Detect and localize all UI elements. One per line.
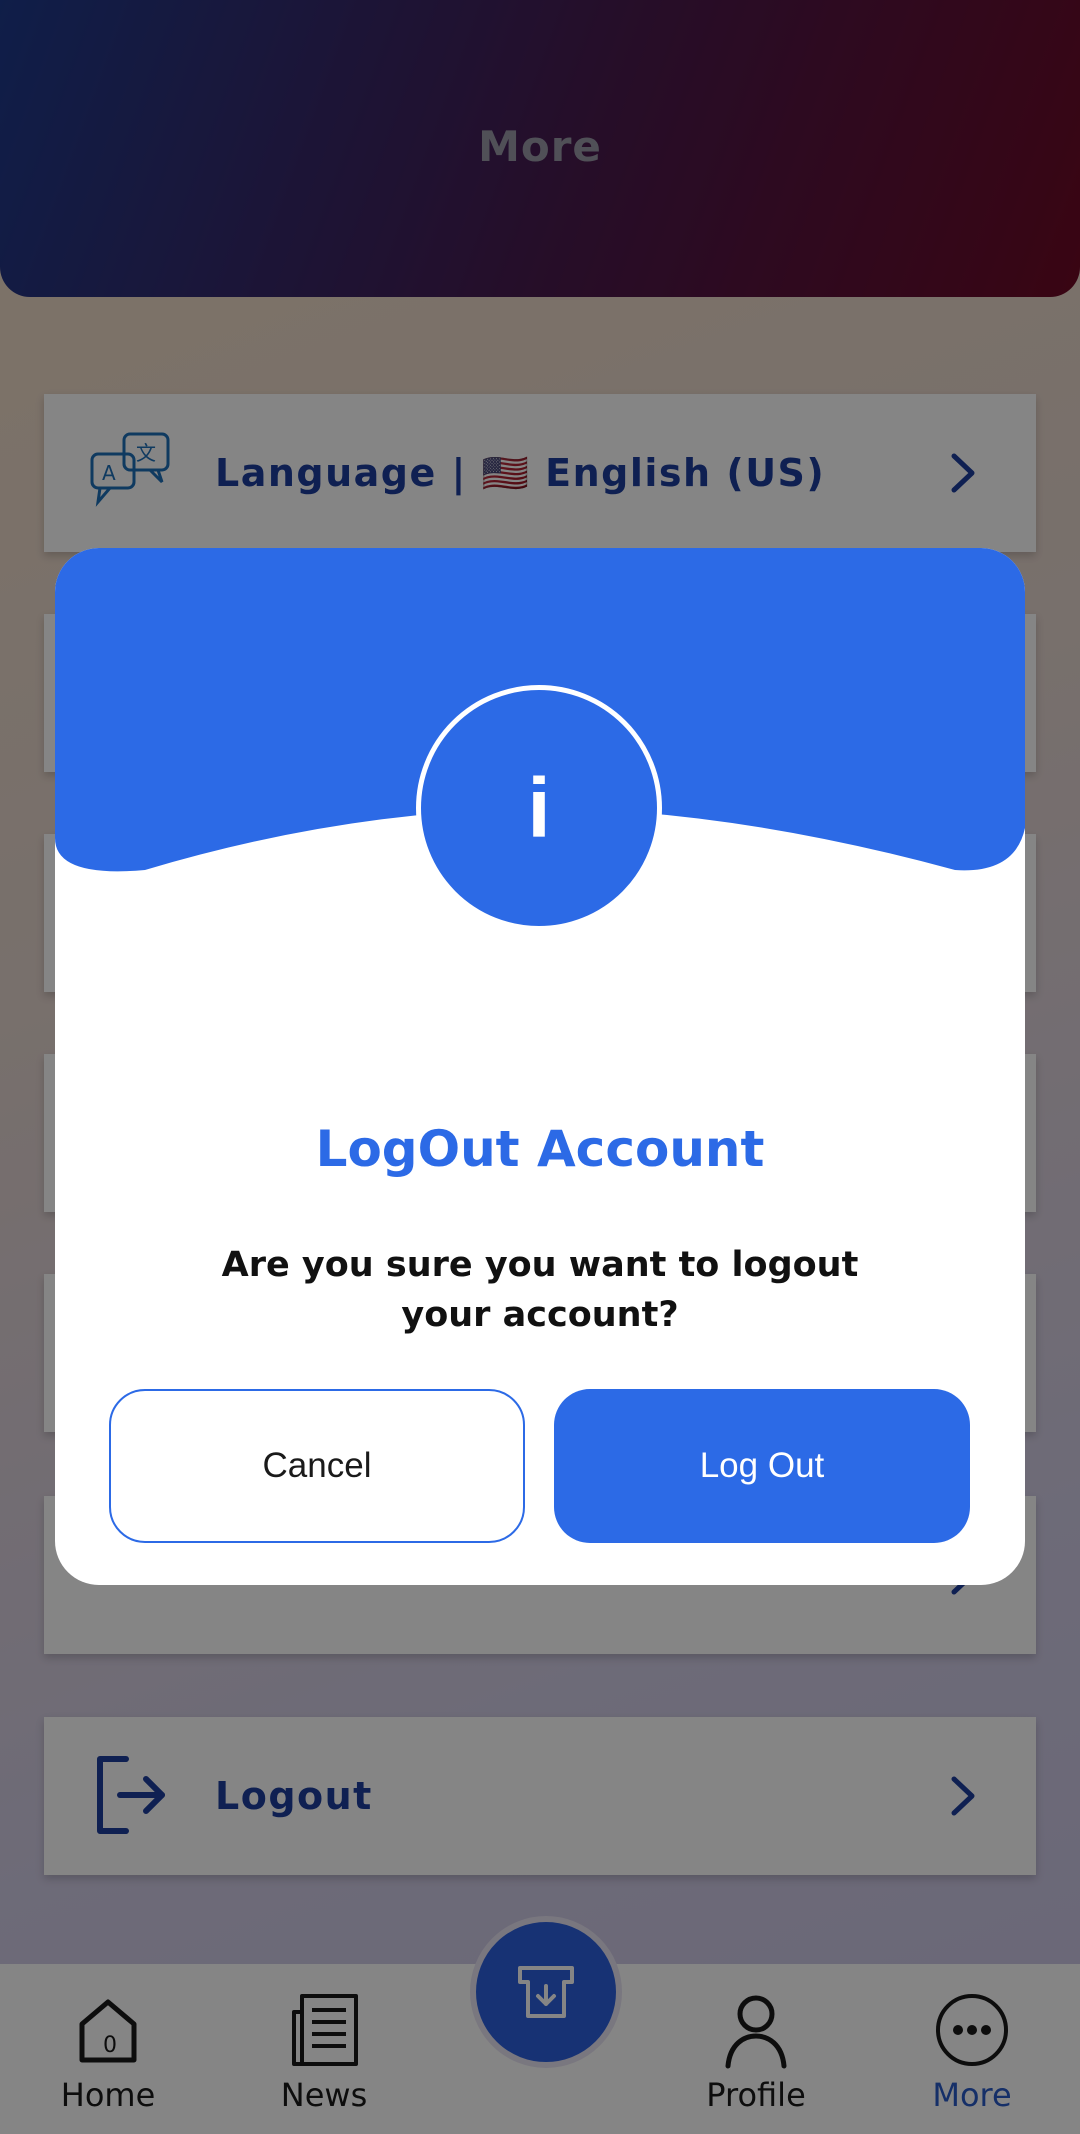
cancel-button[interactable]: Cancel (109, 1389, 525, 1543)
dialog-message: Are you sure you want to logout your acc… (221, 1245, 859, 1335)
logout-button[interactable]: Log Out (554, 1389, 970, 1543)
dialog-title: LogOut Account (315, 1120, 765, 1178)
logout-dialog: i LogOut Account Are you sure you want t… (55, 548, 1025, 1585)
info-icon: i (416, 685, 662, 931)
